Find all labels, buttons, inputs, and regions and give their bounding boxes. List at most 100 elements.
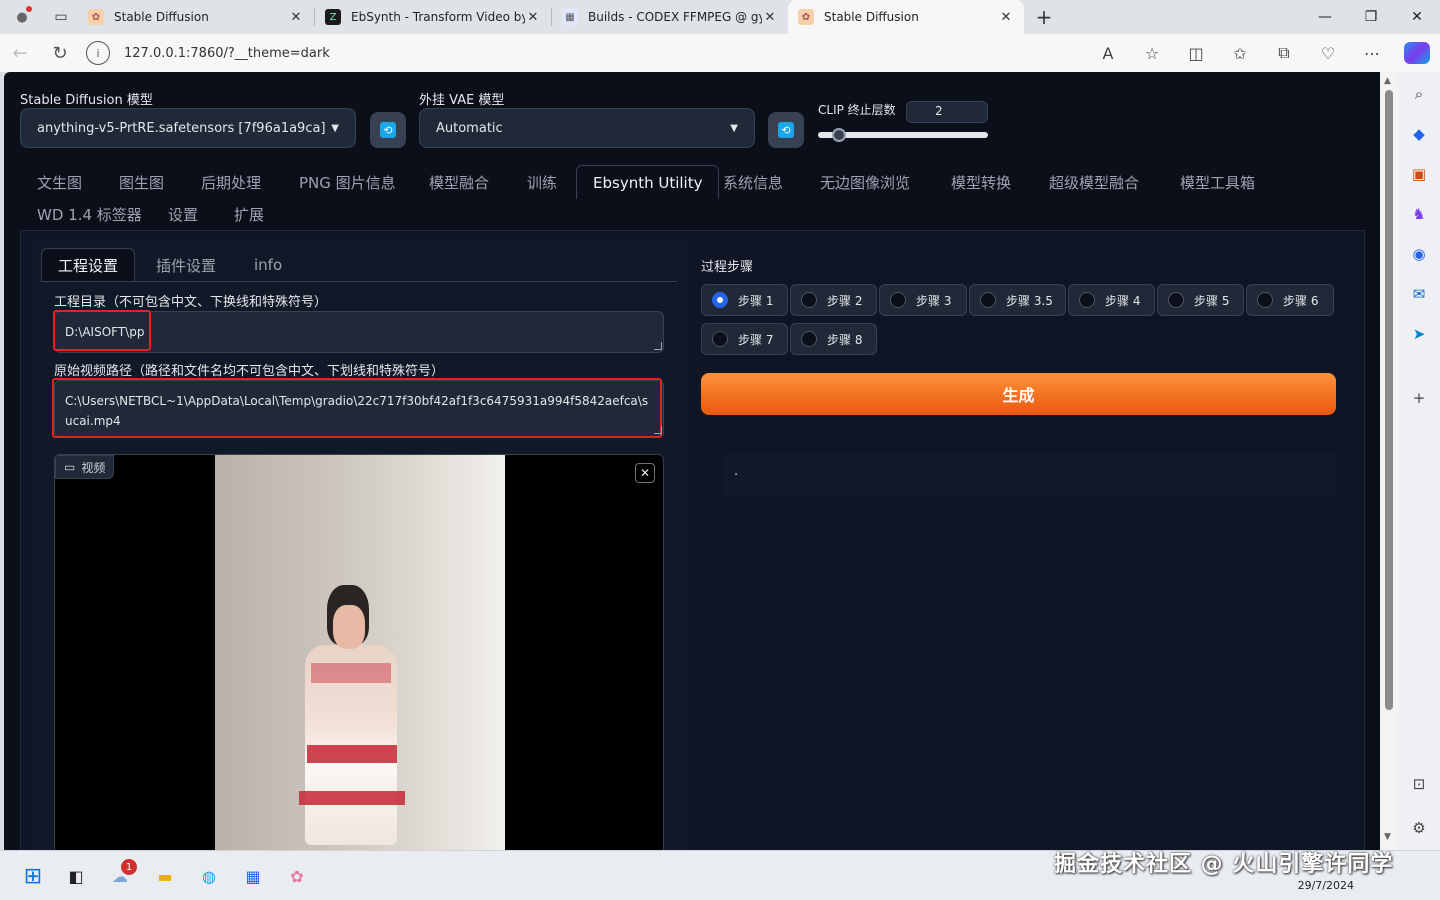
tab-supermerger[interactable]: 超级模型融合	[1033, 165, 1155, 199]
browser-tab[interactable]: ✿ Stable Diffusion ✕	[78, 0, 314, 34]
step-6-radio[interactable]: 步骤 6	[1246, 284, 1334, 316]
site-info-icon[interactable]: i	[86, 41, 110, 65]
step-4-radio[interactable]: 步骤 4	[1068, 284, 1155, 316]
subtab-project-settings[interactable]: 工程设置	[41, 248, 136, 282]
video-label-text: 视频	[81, 460, 106, 475]
profile-icon[interactable]: ●	[0, 0, 44, 34]
video-camera-icon: ▭	[64, 460, 76, 474]
chevron-down-icon: ▼	[331, 122, 339, 134]
store-icon[interactable]: ▦	[239, 862, 267, 890]
radio-label: 步骤 2	[827, 293, 863, 308]
radio-label: 步骤 3	[916, 293, 952, 308]
step-1-radio[interactable]: 步骤 1	[701, 284, 788, 316]
browser-tab[interactable]: ▦ Builds - CODEX FFMPEG @ gyan ✕	[552, 0, 788, 34]
favorites-icon[interactable]: ✩	[1218, 44, 1262, 63]
add-icon[interactable]: +	[1407, 386, 1431, 410]
microsoft-365-icon[interactable]: ◉	[1407, 242, 1431, 266]
browser-tab-active[interactable]: ✿ Stable Diffusion ✕	[788, 0, 1024, 34]
tab-txt2img[interactable]: 文生图	[21, 165, 98, 199]
tab-ebsynth-utility[interactable]: Ebsynth Utility	[576, 165, 720, 199]
gradio-app: Stable Diffusion 模型 anything-v5-PrtRE.sa…	[4, 72, 1380, 850]
video-player[interactable]: ▭ 视频 ✕	[54, 454, 664, 850]
favorite-star-icon[interactable]: ☆	[1130, 44, 1174, 63]
refresh-icon: ⟲	[380, 122, 396, 138]
resize-handle-icon[interactable]	[654, 426, 662, 434]
tab-settings[interactable]: 设置	[152, 197, 214, 231]
clip-skip-input[interactable]: 2	[906, 101, 988, 123]
vae-model-value: Automatic	[436, 120, 503, 136]
url-field[interactable]: i 127.0.0.1:7860/?__theme=dark	[86, 38, 1086, 68]
refresh-vae-button[interactable]: ⟲	[768, 112, 804, 148]
tab-merge[interactable]: 模型融合	[413, 165, 505, 199]
more-menu-icon[interactable]: ⋯	[1350, 44, 1394, 63]
task-view-icon[interactable]: ◧	[62, 862, 90, 890]
scroll-down-icon[interactable]: ▼	[1384, 832, 1391, 842]
tab-image-browser[interactable]: 无边图像浏览	[804, 165, 926, 199]
step-3-5-radio[interactable]: 步骤 3.5	[969, 284, 1066, 316]
back-icon[interactable]: ←	[0, 43, 40, 64]
tab-model-convert[interactable]: 模型转换	[935, 165, 1027, 199]
tab-extras[interactable]: 后期处理	[185, 165, 277, 199]
tab-extensions[interactable]: 扩展	[218, 197, 280, 231]
subtab-plugin-settings[interactable]: 插件设置	[140, 248, 232, 282]
search-icon[interactable]: ⌕	[1407, 82, 1431, 106]
tab-model-toolkit[interactable]: 模型工具箱	[1164, 165, 1271, 199]
stable-diffusion-favicon-icon: ✿	[798, 9, 814, 25]
tools-icon[interactable]: ▣	[1407, 162, 1431, 186]
highlight-box	[52, 378, 662, 438]
clip-skip-slider-handle[interactable]	[832, 128, 846, 142]
step-7-radio[interactable]: 步骤 7	[701, 323, 788, 355]
scroll-up-icon[interactable]: ▲	[1384, 76, 1391, 86]
tray-date: 29/7/2024	[1297, 879, 1354, 892]
tab-title: Stable Diffusion	[824, 10, 919, 24]
page-scrollbar[interactable]: ▲ ▼	[1380, 72, 1398, 850]
generate-button[interactable]: 生成	[701, 373, 1336, 415]
start-icon[interactable]: ⊞	[19, 862, 47, 890]
tab-img2img[interactable]: 图生图	[103, 165, 180, 199]
screenshot-icon[interactable]: ⊡	[1407, 772, 1431, 796]
app-icon[interactable]: ✿	[283, 862, 311, 890]
restore-icon[interactable]: ❐	[1348, 9, 1394, 25]
split-screen-icon[interactable]: ◫	[1174, 44, 1218, 63]
chevron-down-icon: ▼	[730, 122, 738, 134]
reload-icon[interactable]: ↻	[40, 43, 80, 64]
close-tab-icon[interactable]: ✕	[525, 10, 541, 25]
step-8-radio[interactable]: 步骤 8	[790, 323, 877, 355]
close-tab-icon[interactable]: ✕	[288, 10, 304, 25]
tab-wd14-tagger[interactable]: WD 1.4 标签器	[21, 197, 158, 231]
tab-train[interactable]: 训练	[511, 165, 573, 199]
step-5-radio[interactable]: 步骤 5	[1157, 284, 1244, 316]
close-window-icon[interactable]: ✕	[1394, 9, 1440, 25]
outlook-icon[interactable]: ✉	[1407, 282, 1431, 306]
tab-system-info[interactable]: 系统信息	[707, 165, 799, 199]
browser-tab[interactable]: Z EbSynth - Transform Video by Pa ✕	[315, 0, 551, 34]
sd-model-dropdown[interactable]: anything-v5-PrtRE.safetensors [7f96a1a9c…	[20, 108, 356, 148]
vae-model-dropdown[interactable]: Automatic ▼	[419, 108, 755, 148]
tab-png-info[interactable]: PNG 图片信息	[283, 165, 412, 199]
tab-title: EbSynth - Transform Video by Pa	[351, 10, 525, 24]
games-icon[interactable]: ♞	[1407, 202, 1431, 226]
sd-model-label: Stable Diffusion 模型	[20, 93, 153, 108]
shopping-icon[interactable]: ◆	[1407, 122, 1431, 146]
close-tab-icon[interactable]: ✕	[762, 10, 778, 25]
refresh-icon: ⟲	[778, 122, 794, 138]
sidebar-settings-icon[interactable]: ⚙	[1407, 816, 1431, 840]
tab-actions-icon[interactable]: ▭	[44, 0, 78, 34]
scrollbar-thumb[interactable]	[1385, 90, 1393, 710]
file-explorer-icon[interactable]: ▬	[151, 862, 179, 890]
clear-video-button[interactable]: ✕	[635, 463, 655, 483]
resize-handle-icon[interactable]	[654, 342, 662, 350]
new-tab-icon[interactable]: +	[1024, 5, 1064, 29]
read-aloud-icon[interactable]: A	[1086, 44, 1130, 63]
copilot-icon[interactable]	[1404, 42, 1430, 64]
collections-icon[interactable]: ⧉	[1262, 43, 1306, 63]
subtab-info[interactable]: info	[238, 248, 298, 282]
drop-icon[interactable]: ➤	[1407, 322, 1431, 346]
refresh-models-button[interactable]: ⟲	[370, 112, 406, 148]
close-tab-icon[interactable]: ✕	[998, 10, 1014, 25]
step-3-radio[interactable]: 步骤 3	[879, 284, 967, 316]
step-2-radio[interactable]: 步骤 2	[790, 284, 877, 316]
edge-icon[interactable]: ◍	[195, 862, 223, 890]
browser-essentials-icon[interactable]: ♡	[1306, 44, 1350, 63]
minimize-icon[interactable]: —	[1302, 9, 1348, 25]
